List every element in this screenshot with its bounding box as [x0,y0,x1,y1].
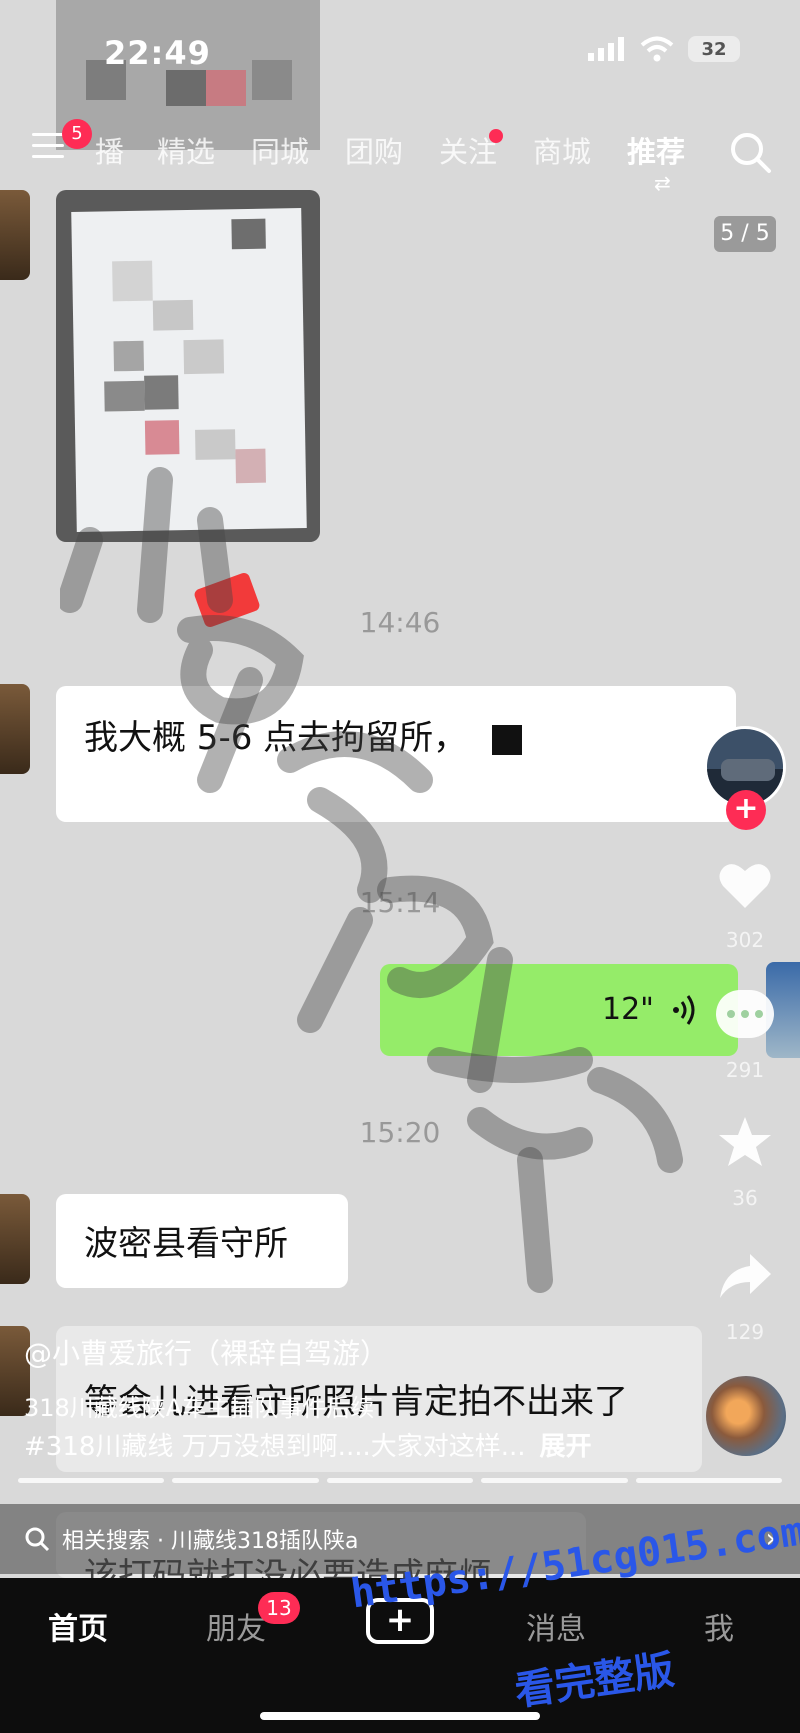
expand-link[interactable]: 展开 [540,1432,592,1462]
following-dot [489,129,503,143]
nav-me[interactable]: 我 [704,1604,734,1648]
comment-icon[interactable] [716,990,774,1038]
tab-featured[interactable]: 精选 [139,129,233,171]
menu-icon[interactable] [32,133,64,161]
heart-icon[interactable] [716,856,774,914]
tab-following-label: 关注 [438,135,497,169]
menu-badge: 5 [62,119,92,149]
tab-following[interactable]: 关注 [421,129,515,171]
slide-progress [18,1478,783,1483]
status-icons: 32 [588,36,740,62]
video-title: 318川藏线陕A车主插队事件后续 [24,1394,375,1422]
nav-home[interactable]: 首页 [48,1604,108,1648]
sender-avatar [0,684,30,774]
status-time: 22:49 [104,34,211,72]
tab-nearby[interactable]: 同城 [233,129,327,171]
handwritten-watermark [57,460,700,1320]
battery-indicator: 32 [688,36,740,62]
comment-count: 291 [725,1058,765,1082]
follow-button[interactable]: + [726,790,766,830]
music-disc[interactable] [706,1376,786,1456]
favorite-count: 36 [732,1186,758,1210]
signal-icon [588,37,624,61]
search-icon[interactable] [728,130,772,174]
tab-live[interactable]: 播 [95,129,139,171]
wifi-icon [640,36,674,62]
home-indicator [260,1712,540,1720]
friends-badge: 13 [258,1592,300,1624]
star-icon[interactable] [716,1114,774,1172]
sender-avatar [0,1194,30,1284]
tab-group-buy[interactable]: 团购 [327,129,421,171]
like-count: 302 [725,928,765,952]
image-counter: 5 / 5 [714,216,776,252]
sender-avatar [0,190,30,280]
nav-messages[interactable]: 消息 [526,1604,586,1648]
status-bar: 22:49 32 [0,0,800,90]
share-icon[interactable] [716,1248,774,1306]
hashtag-text[interactable]: #318川藏线 万万没想到啊....大家对这样... [24,1432,526,1462]
tab-recommend[interactable]: 推荐 [609,129,703,171]
nav-tabs: 播 精选 同城 团购 关注 商城 推荐 [95,129,703,171]
top-nav: 5 播 精选 同城 团购 关注 商城 推荐 ⇄ [0,119,800,195]
tab-mall[interactable]: 商城 [515,129,609,171]
share-count: 129 [725,1320,765,1344]
author-name[interactable]: @小曹爱旅行（裸辞自驾游） [24,1332,388,1372]
nav-friends[interactable]: 朋友 [206,1604,266,1648]
related-search-text: 相关搜索 · 川藏线318插队陕a [62,1529,359,1554]
switch-arrows-icon: ⇄ [654,171,671,195]
video-description: #318川藏线 万万没想到啊....大家对这样... 展开 [24,1426,592,1463]
search-icon [25,1527,50,1552]
